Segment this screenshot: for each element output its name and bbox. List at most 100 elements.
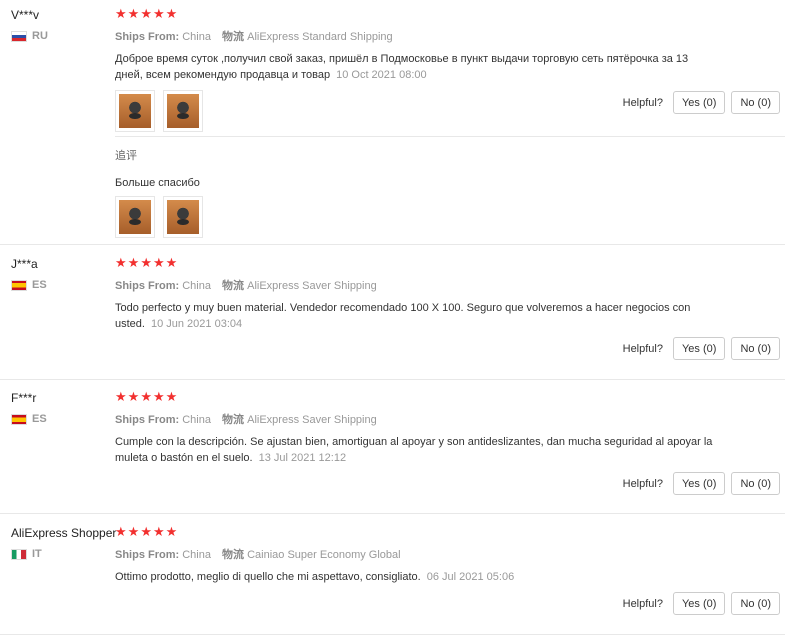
helpful-label: Helpful? — [622, 477, 663, 490]
star-icon: ★ — [140, 525, 152, 540]
star-icon: ★ — [152, 256, 165, 271]
buyer-name: F***r — [11, 391, 37, 405]
helpful-no-button[interactable]: No (0) — [731, 91, 780, 114]
shipping-info: Ships From: China 物流 Cainiao Super Econo… — [115, 546, 785, 562]
buyer-country: IT — [11, 548, 111, 560]
helpful-vote: Helpful? Yes (0) No (0) — [623, 592, 780, 615]
shipping-info: Ships From: China 物流 AliExpress Saver Sh… — [115, 277, 785, 293]
star-rating: ★ ★ ★ ★ ★ — [115, 8, 785, 22]
helpful-yes-button[interactable]: Yes (0) — [672, 91, 726, 114]
review-photo-thumbnail[interactable] — [163, 90, 203, 132]
ships-from-value: China — [182, 31, 211, 43]
ships-from-label: Ships From: — [115, 31, 180, 43]
spain-flag-icon — [11, 413, 27, 425]
star-icon: ★ — [115, 390, 127, 405]
ships-from-value: China — [182, 549, 211, 561]
review-body: Cumple con la descripción. Se ajustan bi… — [115, 436, 713, 464]
append-review-text: Больше спасибо — [115, 177, 200, 189]
buyer-country: ES — [11, 279, 111, 291]
append-review-label: 追评 — [115, 150, 137, 162]
review-photo-thumbnail[interactable] — [115, 90, 155, 132]
photo-image — [119, 200, 151, 234]
star-icon: ★ — [115, 525, 127, 540]
star-icon: ★ — [127, 525, 140, 540]
review-date: 10 Oct 2021 08:00 — [336, 69, 427, 81]
logistics-label: 物流 — [222, 414, 245, 426]
star-icon: ★ — [165, 525, 178, 540]
star-icon: ★ — [165, 7, 178, 22]
buyer-info: V***v RU — [11, 8, 111, 42]
review-text: Ottimo prodotto, meglio di quello che mi… — [115, 569, 715, 585]
star-icon: ★ — [165, 256, 178, 271]
helpful-yes-button[interactable]: Yes (0) — [672, 472, 726, 495]
ships-from-value: China — [182, 280, 211, 292]
buyer-info: J***a ES — [11, 257, 111, 291]
spain-flag-icon — [11, 279, 27, 291]
star-icon: ★ — [152, 390, 165, 405]
helpful-yes-button[interactable]: Yes (0) — [672, 592, 726, 615]
buyer-info: AliExpress Shopper IT — [11, 526, 117, 560]
photo-image — [167, 200, 199, 234]
photo-image — [167, 94, 199, 128]
ships-from-label: Ships From: — [115, 549, 180, 561]
review-date: 06 Jul 2021 05:06 — [426, 571, 515, 583]
review-body: Ottimo prodotto, meglio di quello che mi… — [115, 571, 421, 583]
star-rating: ★ ★ ★ ★ ★ — [115, 257, 785, 271]
photo-image — [119, 94, 151, 128]
review-divider — [0, 634, 785, 635]
helpful-no-button[interactable]: No (0) — [731, 472, 780, 495]
review-divider — [0, 379, 785, 380]
logistics-label: 物流 — [222, 31, 245, 43]
review-divider — [0, 244, 785, 245]
star-rating: ★ ★ ★ ★ ★ — [115, 391, 785, 405]
review-content: ★ ★ ★ ★ ★ Ships From: China 物流 AliExpress Sa… — [115, 257, 785, 332]
star-icon: ★ — [127, 7, 140, 22]
shipping-info: Ships From: China 物流 AliExpress Saver Sh… — [115, 411, 785, 427]
country-code: IT — [32, 548, 42, 560]
review-divider — [0, 513, 785, 514]
logistics-label: 物流 — [222, 280, 245, 292]
review-text: Cumple con la descripción. Se ajustan bi… — [115, 434, 715, 466]
russia-flag-icon — [11, 30, 27, 42]
append-divider — [115, 136, 785, 137]
helpful-vote: Helpful? Yes (0) No (0) — [623, 472, 780, 495]
shipping-info: Ships From: China 物流 AliExpress Standard… — [115, 28, 785, 44]
review-text: Доброе время суток ,получил свой заказ, … — [115, 51, 715, 83]
star-icon: ★ — [152, 525, 165, 540]
append-content: 追评 Больше спасибо — [115, 147, 785, 238]
buyer-country: ES — [11, 413, 111, 425]
logistics-value: Cainiao Super Economy Global — [247, 549, 401, 561]
review-text: Todo perfecto y muy buen material. Vende… — [115, 300, 715, 332]
star-icon: ★ — [152, 7, 165, 22]
ships-from-label: Ships From: — [115, 414, 180, 426]
star-icon: ★ — [140, 256, 152, 271]
star-icon: ★ — [127, 256, 140, 271]
country-code: ES — [32, 413, 47, 425]
country-code: ES — [32, 279, 47, 291]
star-rating: ★ ★ ★ ★ ★ — [115, 526, 785, 540]
helpful-label: Helpful? — [622, 342, 663, 355]
country-code: RU — [32, 30, 48, 42]
buyer-name: AliExpress Shopper — [11, 526, 117, 540]
helpful-yes-button[interactable]: Yes (0) — [672, 337, 726, 360]
italy-flag-icon — [11, 548, 27, 560]
helpful-no-button[interactable]: No (0) — [731, 592, 780, 615]
buyer-info: F***r ES — [11, 391, 111, 425]
append-photos — [115, 196, 785, 238]
buyer-name: J***a — [11, 257, 38, 271]
review-photo-thumbnail[interactable] — [115, 196, 155, 238]
star-icon: ★ — [140, 390, 152, 405]
review-date: 10 Jun 2021 03:04 — [150, 318, 243, 330]
star-icon: ★ — [165, 390, 178, 405]
logistics-value: AliExpress Saver Shipping — [247, 280, 377, 292]
buyer-name: V***v — [11, 8, 40, 22]
review-photo-thumbnail[interactable] — [163, 196, 203, 238]
star-icon: ★ — [127, 390, 140, 405]
logistics-label: 物流 — [222, 549, 245, 561]
helpful-no-button[interactable]: No (0) — [731, 337, 780, 360]
helpful-vote: Helpful? Yes (0) No (0) — [623, 337, 780, 360]
review-content: ★ ★ ★ ★ ★ Ships From: China 物流 AliExpress Sa… — [115, 391, 785, 466]
ships-from-value: China — [182, 414, 211, 426]
logistics-value: AliExpress Saver Shipping — [247, 414, 377, 426]
helpful-label: Helpful? — [622, 96, 663, 109]
